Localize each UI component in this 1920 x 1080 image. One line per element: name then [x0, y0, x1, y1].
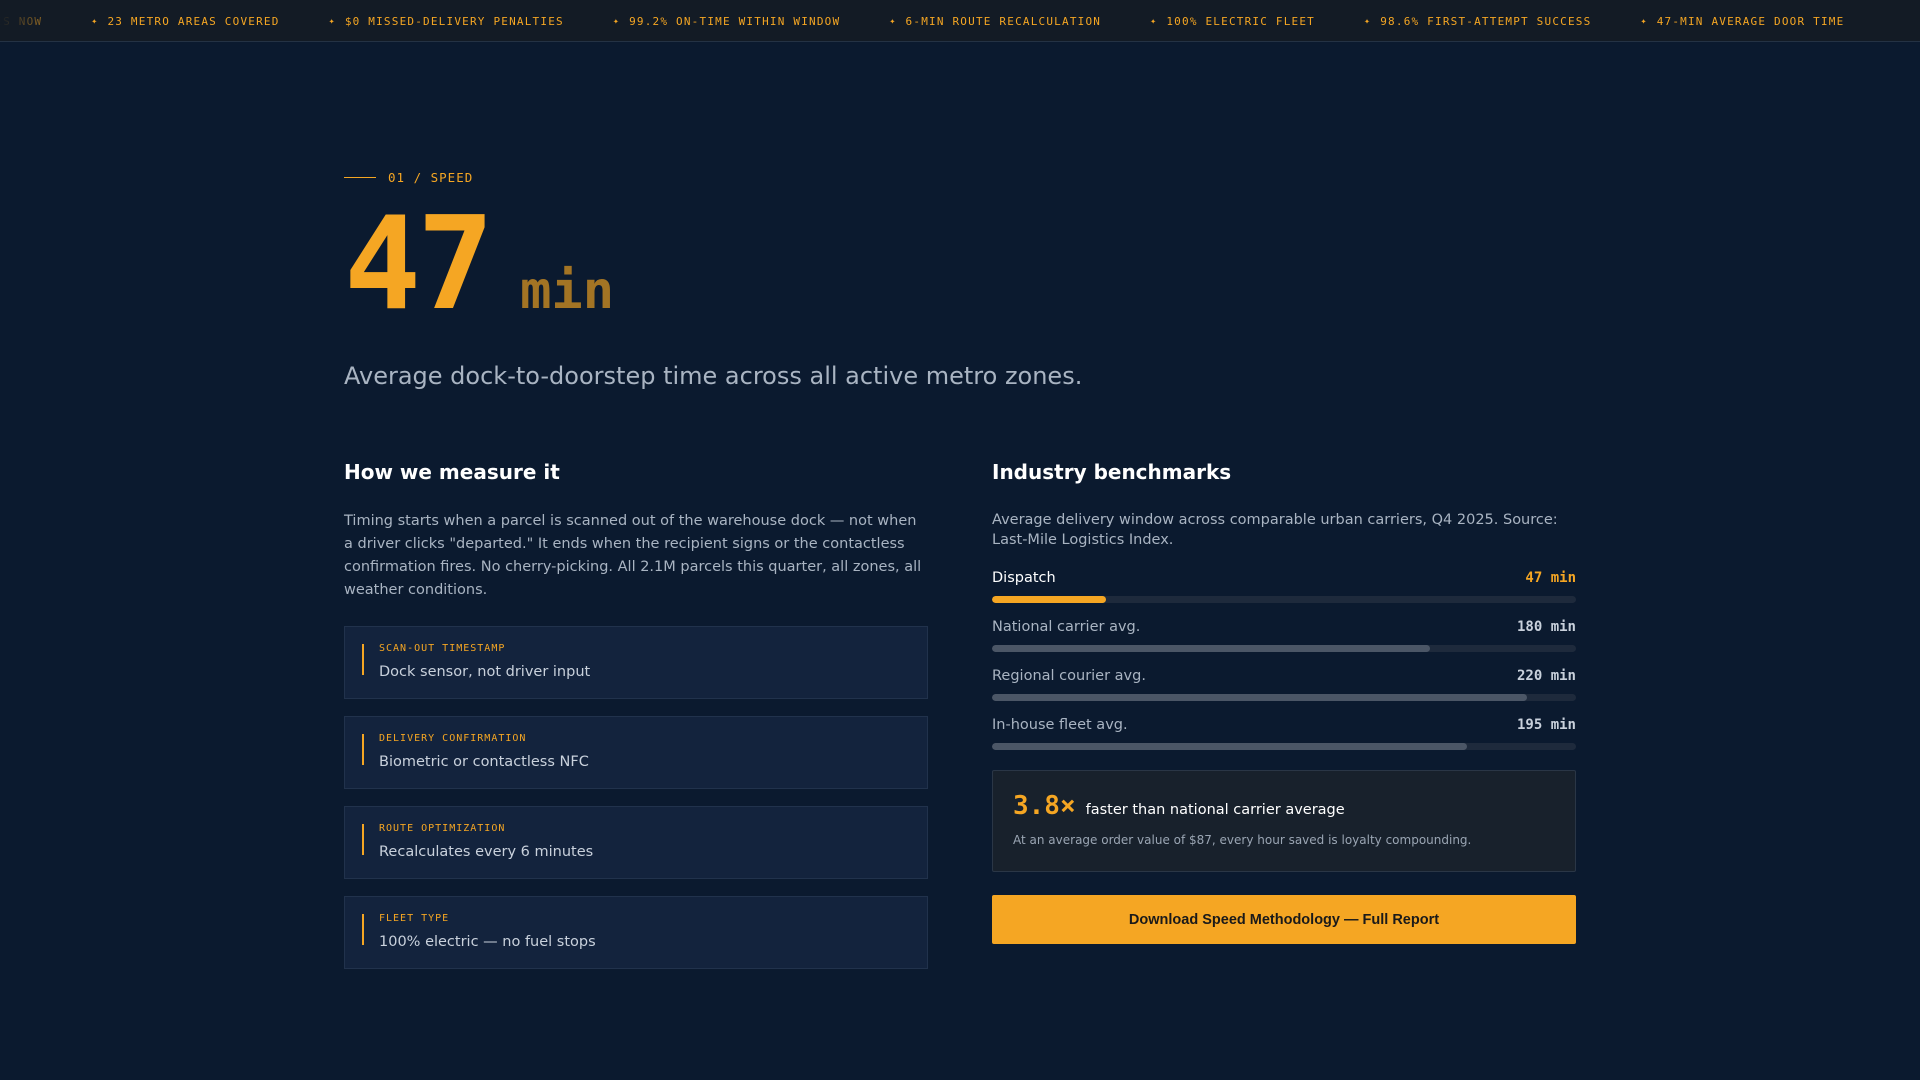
ticker-item: ROUTES NOW: [0, 15, 42, 28]
method-card-fleet: FLEET TYPE 100% electric — no fuel stops: [344, 896, 928, 969]
ticker-item-label: $0 MISSED-DELIVERY PENALTIES: [344, 14, 564, 28]
measure-title: How we measure it: [344, 460, 560, 484]
headline-stat: 47 min: [344, 200, 614, 330]
method-card-route: ROUTE OPTIMIZATION Recalculates every 6 …: [344, 806, 928, 879]
method-card-value: Biometric or contactless NFC: [379, 754, 589, 770]
comparison-note: At an average order value of $87, every …: [1013, 833, 1472, 847]
benchmark-row-dispatch: Dispatch 47 min: [992, 568, 1576, 603]
benchmarks-title: Industry benchmarks: [992, 460, 1232, 484]
sparkle-icon: ✦: [328, 15, 336, 27]
method-card-value: Recalculates every 6 minutes: [379, 844, 594, 860]
sparkle-icon: ✦: [1364, 15, 1372, 27]
benchmark-value: 220 min: [1516, 668, 1576, 684]
ticker-track: ROUTES NOW ✦ 23 METRO AREAS COVERED ✦ $0 MIS…: [0, 0, 1893, 41]
method-card-value: 100% electric — no fuel stops: [379, 934, 596, 950]
benchmark-bar: [992, 596, 1107, 603]
measure-body: Timing starts when a parcel is scanned o…: [344, 513, 922, 598]
section-eyebrow: 01 / SPEED: [344, 170, 473, 185]
method-card-scan-out: SCAN-OUT TIMESTAMP Dock sensor, not driv…: [344, 626, 928, 699]
benchmark-bar: [992, 694, 1528, 701]
method-card-accent: [362, 644, 364, 675]
method-card-label: ROUTE OPTIMIZATION: [379, 823, 506, 834]
benchmark-bar: [992, 645, 1430, 652]
method-card-list: SCAN-OUT TIMESTAMP Dock sensor, not driv…: [344, 626, 928, 969]
sparkle-icon: ✦: [612, 15, 621, 27]
method-card-label: FLEET TYPE: [379, 913, 450, 924]
benchmark-value: 195 min: [1516, 717, 1576, 733]
benchmark-name: National carrier avg.: [992, 619, 1141, 635]
headline-number: 47: [344, 190, 494, 339]
ticker-item: ✦ $0 MISSED-DELIVERY PENALTIES: [329, 15, 564, 28]
method-card-accent: [362, 824, 364, 855]
eyebrow-label: 01 / SPEED: [388, 170, 474, 185]
benchmark-track: [992, 694, 1576, 701]
ticker-item-label: ROUTES NOW: [0, 14, 43, 28]
method-card-label: SCAN-OUT TIMESTAMP: [379, 643, 506, 654]
benchmark-name: In-house fleet avg.: [992, 717, 1128, 733]
ticker-item: ✦ 100% ELECTRIC FLEET: [1150, 15, 1315, 28]
benchmark-name: Regional courier avg.: [992, 668, 1146, 684]
sparkle-icon: ✦: [1640, 15, 1648, 27]
sparkle-icon: ✦: [91, 15, 99, 27]
benchmarks-intro: Average delivery window across comparabl…: [992, 512, 1558, 548]
ticker-item: ✦ 23 METRO AREAS COVERED: [91, 15, 279, 28]
ticker-item: ✦ 47-MIN AVERAGE DOOR TIME: [1640, 15, 1844, 28]
sparkle-icon: ✦: [1150, 15, 1158, 27]
ticker-item: ✦ 98.6% FIRST-ATTEMPT SUCCESS: [1364, 15, 1591, 28]
benchmark-bar: [992, 743, 1467, 750]
ticker-item: ✦ 6-MIN ROUTE RECALCULATION: [889, 15, 1101, 28]
benchmark-value: 180 min: [1516, 619, 1576, 635]
ticker-item-label: 6-MIN ROUTE RECALCULATION: [905, 14, 1102, 28]
benchmark-list: Dispatch 47 min National carrier avg. 18…: [992, 568, 1576, 750]
benchmarks-column: Industry benchmarks Average delivery win…: [992, 460, 1576, 944]
measure-column: How we measure it Timing starts when a p…: [344, 460, 928, 969]
benchmark-track: [992, 743, 1576, 750]
method-card-accent: [362, 734, 364, 765]
benchmark-name: Dispatch: [992, 570, 1056, 586]
eyebrow-rule: [344, 177, 376, 178]
download-report-button[interactable]: Download Speed Methodology — Full Report: [992, 895, 1576, 944]
ticker-item-label: 99.2% ON-TIME WITHIN WINDOW: [629, 14, 841, 28]
method-card-accent: [362, 914, 364, 945]
method-card-label: DELIVERY CONFIRMATION: [379, 733, 527, 744]
benchmark-row-regional: Regional courier avg. 220 min: [992, 666, 1576, 701]
benchmark-track: [992, 596, 1576, 603]
benchmark-value: 47 min: [1525, 570, 1576, 586]
ticker-item-label: 47-MIN AVERAGE DOOR TIME: [1656, 14, 1845, 28]
method-card-confirmation: DELIVERY CONFIRMATION Biometric or conta…: [344, 716, 928, 789]
comparison-callout: 3.8× faster than national carrier averag…: [992, 770, 1576, 872]
sparkle-icon: ✦: [889, 15, 897, 27]
stats-ticker: ROUTES NOW ✦ 23 METRO AREAS COVERED ✦ $0 MIS…: [0, 0, 1920, 42]
ticker-item: ✦ 99.2% ON-TIME WITHIN WINDOW: [613, 15, 840, 28]
ticker-item-label: 100% ELECTRIC FLEET: [1166, 14, 1315, 28]
benchmark-row-national: National carrier avg. 180 min: [992, 617, 1576, 652]
ticker-item-label: 98.6% FIRST-ATTEMPT SUCCESS: [1380, 14, 1592, 28]
ticker-item-label: 23 METRO AREAS COVERED: [107, 14, 280, 28]
benchmark-row-inhouse: In-house fleet avg. 195 min: [992, 715, 1576, 750]
headline-unit: min: [520, 261, 615, 321]
benchmark-track: [992, 645, 1576, 652]
speed-multiplier: 3.8×: [1013, 791, 1076, 821]
comparison-text: faster than national carrier average: [1085, 802, 1345, 818]
method-card-value: Dock sensor, not driver input: [379, 664, 591, 680]
headline-description: Average dock-to-doorstep time across all…: [344, 362, 1083, 390]
